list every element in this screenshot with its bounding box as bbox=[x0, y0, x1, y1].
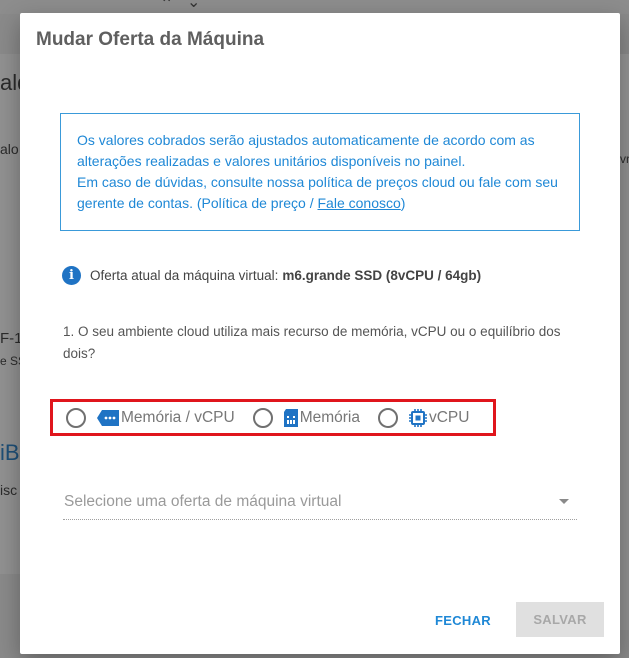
chevron-up-icon: ⌃ bbox=[160, 0, 174, 13]
option-memory-vcpu[interactable]: Memória / vCPU bbox=[66, 407, 235, 428]
background-text: alo bbox=[0, 141, 19, 157]
background-text: isc bbox=[0, 482, 18, 498]
background-text: iB bbox=[0, 440, 20, 465]
option-label: Memória / vCPU bbox=[121, 408, 235, 426]
radio-memory[interactable] bbox=[252, 407, 273, 428]
memory-chip-icon bbox=[283, 408, 299, 428]
radio-memory-vcpu[interactable] bbox=[66, 407, 86, 428]
question-text: 1. O seu ambiente cloud utiliza mais rec… bbox=[63, 324, 561, 361]
radio-vcpu[interactable] bbox=[377, 407, 398, 428]
option-label: Memória bbox=[299, 408, 360, 426]
option-vcpu[interactable]: vCPU bbox=[377, 407, 470, 428]
background-topbar bbox=[0, 0, 629, 14]
current-offer-label: Oferta atual da máquina virtual: bbox=[90, 268, 279, 283]
notice-text: Os valores cobrados serão ajustados auto… bbox=[77, 132, 535, 169]
current-offer-value: m6.grande SSD (8vCPU / 64gb) bbox=[282, 268, 482, 283]
pricing-notice: Os valores cobrados serão ajustados auto… bbox=[60, 113, 580, 231]
offer-select-placeholder: Selecione uma oferta de máquina virtual bbox=[64, 493, 342, 510]
dialog-title: Mudar Oferta da Máquina bbox=[36, 29, 265, 50]
resource-options-group: Memória / vCPU Memória vCPU bbox=[50, 399, 496, 436]
save-button[interactable]: SALVAR bbox=[516, 602, 604, 637]
dropdown-arrow-icon[interactable] bbox=[559, 499, 569, 504]
memory-vcpu-icon bbox=[96, 409, 120, 427]
link-separator: / bbox=[305, 195, 318, 211]
background-text: vr bbox=[620, 152, 629, 166]
pricing-policy-link[interactable]: Política de preço bbox=[202, 195, 306, 211]
current-offer: i Oferta atual da máquina virtual: m6.gr… bbox=[62, 266, 481, 285]
option-memory[interactable]: Memória bbox=[252, 407, 360, 428]
offer-select[interactable]: Selecione uma oferta de máquina virtual bbox=[63, 488, 577, 520]
background-card-right bbox=[620, 110, 629, 630]
contact-us-link[interactable]: Fale conosco bbox=[318, 195, 401, 211]
chevron-down-icon: ⌄ bbox=[187, 0, 201, 11]
change-offer-dialog: Mudar Oferta da Máquina Os valores cobra… bbox=[20, 13, 620, 654]
option-label: vCPU bbox=[428, 408, 470, 426]
close-button[interactable]: FECHAR bbox=[426, 611, 500, 629]
notice-text-contact: Em caso de dúvidas, consulte nossa polít… bbox=[77, 172, 565, 214]
notice-contact-suffix: ) bbox=[400, 195, 406, 211]
info-icon: i bbox=[62, 266, 81, 285]
cpu-icon bbox=[408, 408, 428, 428]
